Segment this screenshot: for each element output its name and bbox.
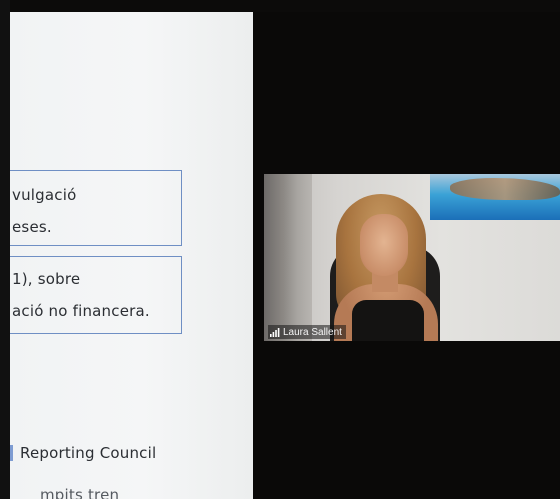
slide-line-2: eses. (12, 218, 52, 236)
slide-line-4: ació no financera. (12, 302, 150, 320)
participant-top (352, 300, 424, 341)
slide-line-1: vulgació (12, 186, 77, 204)
signal-strength-icon (270, 328, 280, 337)
screen-edge (0, 0, 10, 499)
participant-name: Laura Sallent (283, 326, 342, 338)
bullet-marker (10, 445, 13, 461)
shared-slide: vulgació eses. 1), sobre ació no finance… (10, 12, 253, 499)
text-box-2 (10, 256, 182, 334)
video-curtain (264, 174, 312, 341)
slide-line-3: 1), sobre (12, 270, 81, 288)
slide-line-6: mpits tren (40, 486, 120, 499)
slide-line-5: Reporting Council (20, 444, 157, 462)
participant-video-tile[interactable]: Laura Sallent (264, 174, 560, 341)
top-bar (0, 0, 560, 12)
wall-painting (430, 174, 560, 220)
participant-name-label: Laura Sallent (268, 325, 346, 339)
participant-face (360, 214, 408, 276)
